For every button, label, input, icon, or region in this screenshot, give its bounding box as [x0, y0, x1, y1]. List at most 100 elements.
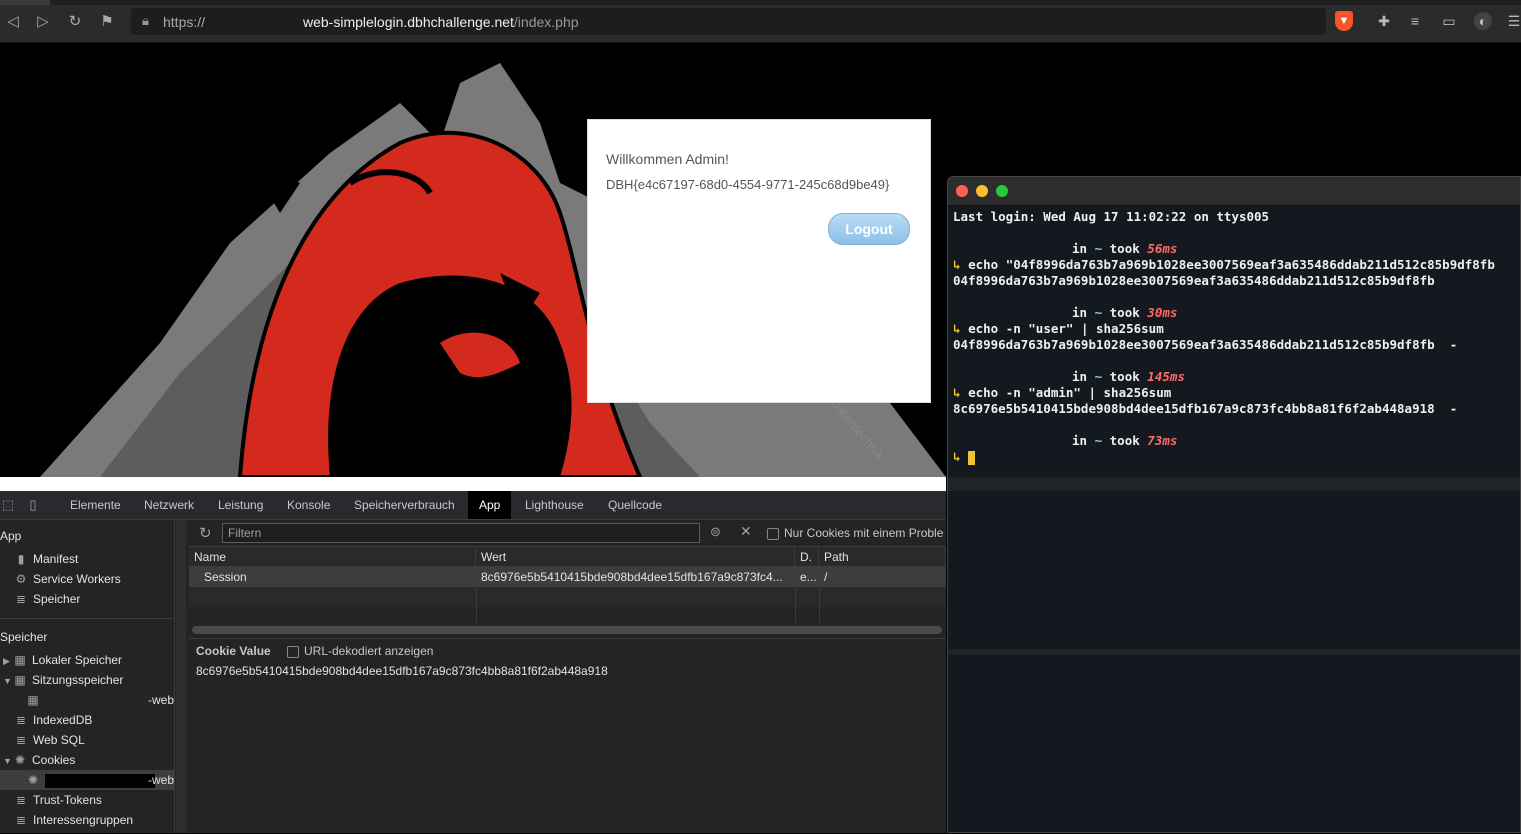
terminal-window[interactable]: Last login: Wed Aug 17 11:02:22 on ttys0…: [947, 176, 1521, 833]
bookmark-icon[interactable]: ⚑: [97, 12, 117, 32]
url-decode-toggle[interactable]: URL-dekodiert anzeigen: [287, 644, 433, 658]
tab-elemente[interactable]: Elemente: [63, 491, 128, 519]
prompt-line: in ~ took 73ms: [1072, 433, 1177, 449]
prompt-arrow-icon: ↳: [953, 321, 961, 336]
sidebar-item-local-storage[interactable]: ▶ ▦ Lokaler Speicher: [3, 650, 122, 670]
tab-app[interactable]: App: [468, 491, 512, 519]
collapse-arrow-icon[interactable]: ▼: [3, 671, 13, 691]
prompt-dir: ~: [1094, 305, 1103, 320]
playlist-icon[interactable]: ≡: [1406, 12, 1424, 30]
avatar[interactable]: ◐: [1474, 12, 1492, 30]
output-line: 04f8996da763b7a969b1028ee3007569eaf3a635…: [953, 337, 1458, 352]
close-icon[interactable]: [956, 185, 968, 197]
tab-konsole[interactable]: Konsole: [280, 491, 337, 519]
filter-input[interactable]: Filtern: [222, 523, 700, 543]
reload-icon[interactable]: ↻: [65, 12, 85, 32]
command-line: ↳ echo -n "admin" | sha256sum: [953, 385, 1171, 401]
cookie-name-cell[interactable]: Session: [199, 567, 474, 587]
forward-icon[interactable]: ▷: [33, 12, 53, 32]
address-bar[interactable]: 🔒︎ https:// web-simplelogin.dbhchallenge…: [131, 8, 1326, 35]
sidebar-item-cookie-origin[interactable]: ✺ -web: [0, 770, 174, 790]
sidebar-item-cookies[interactable]: ▼ ✺ Cookies: [3, 750, 75, 770]
prompt-in: in: [1072, 433, 1088, 448]
tab-lighthouse[interactable]: Lighthouse: [518, 491, 591, 519]
sidebar-item-session-storage[interactable]: ▼ ▦ Sitzungsspeicher: [3, 670, 123, 690]
cookie-value-pane: Cookie Value URL-dekodiert anzeigen 8c69…: [189, 638, 946, 834]
prompt-timing: 145ms: [1147, 369, 1185, 384]
database-icon: ≣: [15, 793, 27, 807]
browser-toolbar: ◁ ▷ ↻ ⚑ 🔒︎ https:// web-simplelogin.dbhc…: [0, 0, 1521, 43]
cookie-value-text[interactable]: 8c6976e5b5410415bde908bd4dee15dfb167a9c8…: [196, 664, 608, 678]
column-header-path[interactable]: Path: [819, 547, 946, 567]
sidebar-item-session-origin[interactable]: ▦ -web: [26, 690, 174, 710]
checkbox[interactable]: [767, 527, 779, 540]
wallet-icon[interactable]: ▭: [1440, 12, 1458, 30]
logout-button[interactable]: Logout: [828, 213, 910, 245]
cookie-icon: ✺: [14, 753, 26, 767]
menu-icon[interactable]: ☰: [1505, 12, 1521, 30]
extensions-icon[interactable]: ✚: [1375, 12, 1393, 30]
table-scrollbar[interactable]: [192, 626, 942, 634]
delete-selected-icon[interactable]: ✕: [740, 523, 752, 540]
expand-arrow-icon[interactable]: ▶: [3, 651, 13, 671]
cookie-path-cell[interactable]: /: [819, 567, 946, 587]
prompt-took: took: [1109, 369, 1140, 384]
prompt-arrow-icon: ↳: [953, 385, 961, 400]
last-login-line: Last login: Wed Aug 17 11:02:22 on ttys0…: [953, 209, 1270, 224]
tab-netzwerk[interactable]: Netzwerk: [137, 491, 201, 519]
url-path: /index.php: [513, 14, 579, 30]
back-icon[interactable]: ◁: [3, 12, 23, 32]
sidebar-item-speicher[interactable]: ≣ Speicher: [14, 589, 80, 609]
command-text: echo "04f8996da763b7a969b1028ee3007569ea…: [968, 257, 1495, 272]
sidebar-item-label: Trust-Tokens: [33, 793, 102, 807]
command-line: ↳ echo "04f8996da763b7a969b1028ee3007569…: [953, 257, 1495, 273]
column-header-domain[interactable]: D.: [795, 547, 819, 567]
cookie-icon: ✺: [27, 773, 39, 787]
tab-quellcode[interactable]: Quellcode: [601, 491, 669, 519]
brave-shield-icon[interactable]: ▼: [1335, 11, 1353, 31]
only-issue-cookies-toggle[interactable]: Nur Cookies mit einem Proble: [767, 526, 943, 540]
prompt-in: in: [1072, 241, 1088, 256]
column-header-name[interactable]: Name: [189, 547, 476, 567]
gear-icon: ⚙: [15, 572, 27, 586]
column-header-value[interactable]: Wert: [476, 547, 795, 567]
sidebar-divider: [0, 618, 174, 619]
sidebar-item-interest-groups[interactable]: ≣ Interessengruppen: [14, 810, 133, 830]
cookies-panel: ↻ Filtern ⊜ ✕ Nur Cookies mit einem Prob…: [189, 520, 946, 833]
checkbox[interactable]: [287, 645, 299, 658]
devtools-divider[interactable]: [0, 477, 946, 491]
output-line: 04f8996da763b7a969b1028ee3007569eaf3a635…: [953, 273, 1435, 288]
sidebar-item-label: Speicher: [33, 592, 81, 606]
maximize-icon[interactable]: [996, 185, 1008, 197]
tab-leistung[interactable]: Leistung: [211, 491, 270, 519]
command-line: ↳ echo -n "user" | sha256sum: [953, 321, 1164, 337]
tab-speicherverbrauch[interactable]: Speicherverbrauch: [347, 491, 462, 519]
cookie-value-cell[interactable]: 8c6976e5b5410415bde908bd4dee15dfb167a9c8…: [476, 567, 795, 587]
clear-filtered-icon[interactable]: ⊜: [710, 524, 721, 540]
sidebar-scrollbar[interactable]: [176, 520, 186, 833]
sidebar-item-service-workers[interactable]: ⚙ Service Workers: [14, 569, 121, 589]
sidebar-item-trust-tokens[interactable]: ≣ Trust-Tokens: [14, 790, 102, 810]
terminal-output[interactable]: Last login: Wed Aug 17 11:02:22 on ttys0…: [953, 209, 1520, 479]
sidebar-item-manifest[interactable]: ▮ Manifest: [14, 549, 79, 569]
collapse-arrow-icon[interactable]: ▼: [3, 751, 13, 771]
prompt-line: in ~ took 145ms: [1072, 369, 1185, 385]
inspect-element-icon[interactable]: ⬚: [0, 497, 16, 513]
device-toolbar-icon[interactable]: ▯: [25, 497, 41, 513]
command-text: echo -n "user" | sha256sum: [968, 321, 1164, 336]
active-tab[interactable]: [0, 0, 50, 5]
prompt-dir: ~: [1094, 369, 1103, 384]
terminal-titlebar[interactable]: [948, 177, 1520, 206]
refresh-icon[interactable]: ↻: [199, 524, 212, 542]
grid-icon: ▦: [14, 653, 26, 667]
cookie-domain-cell[interactable]: e...: [795, 567, 819, 587]
database-icon: ≣: [15, 592, 27, 606]
prompt-in: in: [1072, 369, 1088, 384]
only-issue-cookies-label: Nur Cookies mit einem Proble: [784, 526, 944, 540]
sidebar-item-indexeddb[interactable]: ≣ IndexedDB: [14, 710, 92, 730]
flag-text: DBH{e4c67197-68d0-4554-9771-245c68d9be49…: [606, 177, 890, 192]
devtools-panel: ⬚ ▯ Elemente Netzwerk Leistung Konsole S…: [0, 477, 946, 833]
prompt-in: in: [1072, 305, 1088, 320]
minimize-icon[interactable]: [976, 185, 988, 197]
sidebar-item-websql[interactable]: ≣ Web SQL: [14, 730, 85, 750]
